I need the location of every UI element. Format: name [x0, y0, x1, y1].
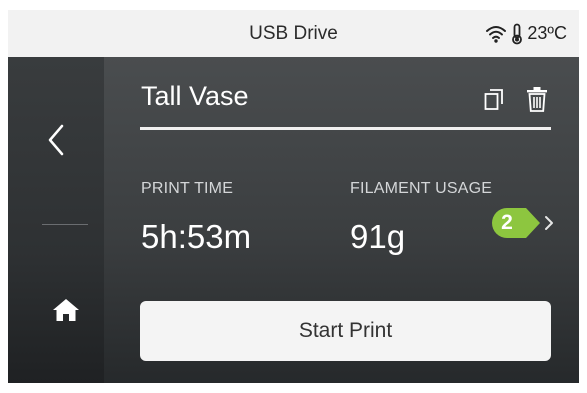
wifi-icon [485, 25, 507, 43]
temperature-readout: 23ºC [527, 23, 567, 43]
status-bar: USB Drive 23ºC [8, 10, 579, 57]
sidebar [8, 57, 104, 383]
chevron-left-icon [48, 124, 64, 156]
print-time-value: 5h:53m [141, 218, 252, 255]
step-number: 2 [501, 211, 513, 234]
copy-button[interactable] [480, 85, 508, 113]
sidebar-divider [42, 224, 88, 225]
status-indicators: 23ºC [485, 10, 567, 57]
chevron-right-icon [545, 216, 553, 230]
printer-display: USB Drive 23ºC Tall Vase PRINT TIME 5h:5… [0, 0, 587, 393]
filament-detail-button[interactable]: 2 [486, 205, 556, 241]
print-time-label: PRINT TIME [141, 180, 234, 197]
file-name: Tall Vase [141, 81, 249, 111]
thermometer-icon [510, 23, 524, 45]
delete-button[interactable] [524, 84, 550, 114]
copy-icon [484, 89, 503, 110]
home-button[interactable] [48, 293, 84, 327]
trash-icon [527, 87, 547, 112]
back-button[interactable] [36, 117, 76, 163]
home-icon [53, 299, 79, 321]
title-underline [140, 127, 551, 130]
file-detail-screen: Tall Vase PRINT TIME 5h:53m FILAMENT USA… [8, 57, 579, 383]
filament-usage-value: 91g [350, 218, 406, 255]
filament-usage-label: FILAMENT USAGE [350, 180, 493, 197]
start-print-button[interactable]: Start Print [140, 301, 551, 361]
